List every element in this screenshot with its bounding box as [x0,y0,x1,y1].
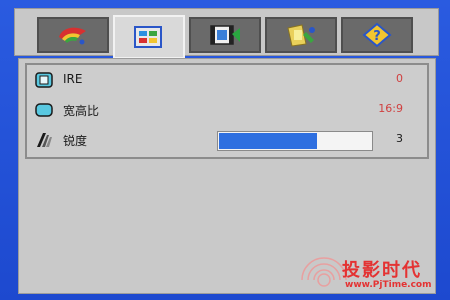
sharpness-icon [37,133,52,147]
aspect-ratio-label: 宽高比 [63,104,100,118]
aspect-ratio-value: 16:9 [378,102,403,115]
help-info-icon: ? [362,22,392,48]
row-ire[interactable]: IRE 0 [27,67,427,93]
tab-setup[interactable] [265,17,337,53]
tab-picture[interactable] [113,15,185,59]
settings-list: IRE 0 宽高比 16:9 锐度 3 [25,63,429,159]
sharpness-slider[interactable] [217,131,373,151]
setup-tools-icon [287,24,315,47]
ire-value: 0 [396,72,403,85]
aspect-ratio-icon [35,103,53,117]
picture-settings-icon [134,26,162,48]
watermark-url: www.PjTime.com [345,280,432,290]
menu-tab-bar: ? [14,8,439,59]
sharpness-value: 3 [396,132,403,145]
tab-color[interactable] [37,17,109,53]
ire-label: IRE [63,72,83,86]
watermark-logo-icon [301,257,347,287]
tab-video[interactable] [189,17,261,53]
video-film-icon [210,25,240,45]
tab-help[interactable]: ? [341,17,413,53]
sharpness-slider-fill [219,133,318,149]
watermark: 投影时代 www.PjTime.com [300,252,450,300]
row-sharpness[interactable]: 锐度 3 [27,127,427,153]
watermark-title: 投影时代 [342,260,422,281]
osd-screen: ? IRE 0 宽高比 16:9 锐度 3 投影时代 www.PjTime.co… [0,0,450,300]
sharpness-label: 锐度 [63,134,88,148]
ire-screen-icon [35,72,53,88]
row-aspect-ratio[interactable]: 宽高比 16:9 [27,97,427,123]
svg-text:?: ? [373,29,381,44]
color-palette-icon [59,27,86,45]
